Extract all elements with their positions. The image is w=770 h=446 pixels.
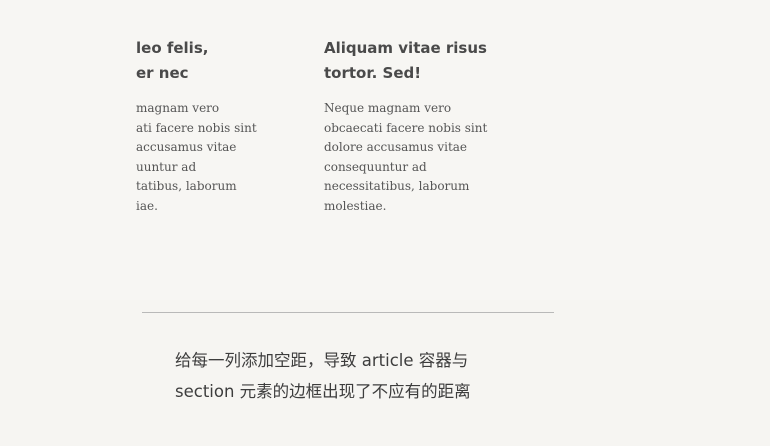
right-article-column: Aliquam vitae risus tortor. Sed! Neque m… [324,36,524,217]
left-article-title: leo felis, er nec [136,39,209,82]
left-article-body: magnam vero ati facere nobis sint accusa… [136,101,257,213]
figure-caption: 给每一列添加空距，导致 article 容器与 section 元素的边框出现了… [175,351,471,401]
left-article-column: leo felis, er nec magnam vero ati facere… [136,36,296,217]
right-article-title: Aliquam vitae risus tortor. Sed! [324,39,487,82]
caption-divider [142,312,554,313]
right-article-body: Neque magnam vero obcaecati facere nobis… [324,101,488,213]
figure-screenshot: leo felis, er nec magnam vero ati facere… [0,0,770,300]
